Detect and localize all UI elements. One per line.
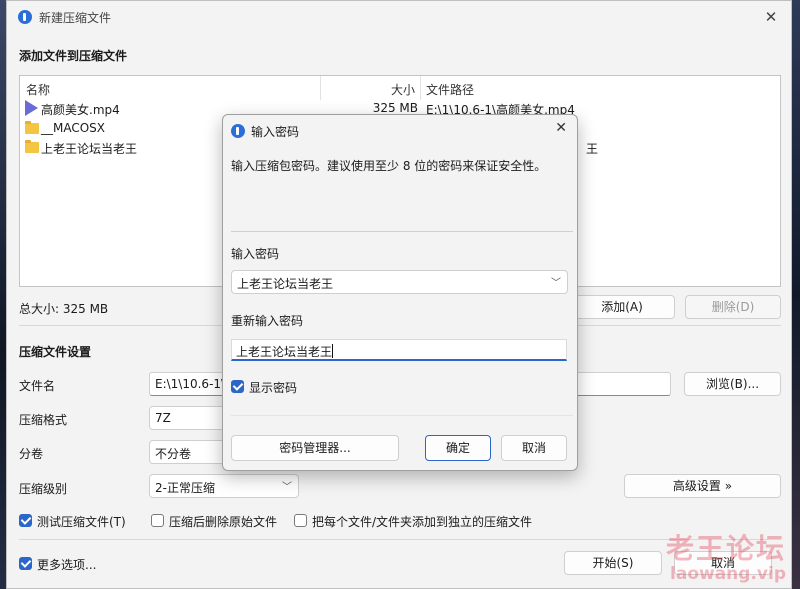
start-button[interactable]: 开始(S) <box>564 551 662 575</box>
more-options-checkbox[interactable]: 更多选项... <box>19 556 109 572</box>
format-select-value: 7Z <box>155 411 171 425</box>
app-logo-icon <box>18 10 32 24</box>
checkbox-checked-icon <box>231 380 244 393</box>
column-divider <box>420 76 421 100</box>
window-close-icon[interactable]: ✕ <box>761 7 781 27</box>
app-logo-icon <box>231 124 245 138</box>
reenter-password-label: 重新输入密码 <box>231 314 304 328</box>
password-combo[interactable]: 上老王论坛当老王 ﹀ <box>231 270 568 294</box>
checkbox-unchecked-icon <box>294 514 307 527</box>
file-name: __MACOSX <box>41 121 106 135</box>
test-archive-label: 测试压缩文件(T) <box>37 515 126 529</box>
level-select[interactable]: 2-正常压缩 ﹀ <box>149 474 299 498</box>
text-cursor <box>332 344 334 358</box>
filename-label: 文件名 <box>19 379 56 393</box>
total-size-text: 总大小: 325 MB <box>19 302 109 316</box>
separate-archives-label: 把每个文件/文件夹添加到独立的压缩文件 <box>312 515 533 529</box>
password-manager-button[interactable]: 密码管理器... <box>231 435 399 461</box>
dialog-footer-divider <box>231 415 573 416</box>
chevron-down-icon: ﹀ <box>282 482 292 493</box>
delete-after-label: 压缩后删除原始文件 <box>169 515 278 529</box>
reenter-password-value: 上老王论坛当老王 <box>236 345 333 359</box>
folder-icon <box>25 121 39 134</box>
dialog-title: 输入密码 <box>251 125 300 139</box>
file-size: 325 MB <box>372 101 418 115</box>
column-header-path[interactable]: 文件路径 <box>426 81 474 98</box>
reenter-password-input[interactable]: 上老王论坛当老王 <box>231 339 567 361</box>
password-label: 输入密码 <box>231 247 280 261</box>
dialog-cancel-button[interactable]: 取消 <box>501 435 567 461</box>
level-label: 压缩级别 <box>19 482 68 496</box>
split-select-value: 不分卷 <box>155 447 192 461</box>
video-file-icon <box>25 100 38 116</box>
browse-button[interactable]: 浏览(B)... <box>684 372 781 396</box>
files-section-heading: 添加文件到压缩文件 <box>19 49 128 63</box>
chevron-down-icon[interactable]: ﹀ <box>551 274 561 289</box>
file-name: 高颜美女.mp4 <box>41 103 120 117</box>
level-select-value: 2-正常压缩 <box>155 481 215 495</box>
cancel-button[interactable]: 取消 <box>674 551 772 575</box>
column-header-size[interactable]: 大小 <box>391 81 415 98</box>
password-hint-text: 输入压缩包密码。建议使用至少 8 位的密码来保证安全性。 <box>231 159 547 173</box>
show-password-checkbox[interactable]: 显示密码 <box>231 379 311 395</box>
dialog-close-icon[interactable]: ✕ <box>555 120 567 136</box>
add-button[interactable]: 添加(A) <box>569 295 675 319</box>
advanced-settings-button[interactable]: 高级设置 » <box>624 474 781 498</box>
dialog-divider <box>231 231 573 232</box>
password-value: 上老王论坛当老王 <box>237 277 334 291</box>
column-header-name[interactable]: 名称 <box>26 81 50 98</box>
checkbox-unchecked-icon <box>151 514 164 527</box>
checkbox-checked-icon <box>19 557 32 570</box>
file-name: 上老王论坛当老王 <box>41 142 138 156</box>
delete-button[interactable]: 删除(D) <box>685 295 781 319</box>
window-title: 新建压缩文件 <box>39 11 112 25</box>
column-divider <box>320 76 321 100</box>
more-options-label: 更多选项... <box>37 558 97 572</box>
show-password-label: 显示密码 <box>249 381 298 395</box>
folder-icon <box>25 140 39 153</box>
separate-archives-checkbox[interactable]: 把每个文件/文件夹添加到独立的压缩文件 <box>294 513 539 529</box>
file-list-header: 名称 大小 文件路径 <box>20 76 780 100</box>
ok-button[interactable]: 确定 <box>425 435 491 461</box>
title-bar: 新建压缩文件 ✕ <box>7 1 791 33</box>
password-dialog: 输入密码 ✕ 输入压缩包密码。建议使用至少 8 位的密码来保证安全性。 输入密码… <box>222 114 578 471</box>
footer-divider <box>19 539 781 540</box>
file-path: 王 <box>586 142 599 156</box>
settings-section-heading: 压缩文件设置 <box>19 345 92 359</box>
delete-after-checkbox[interactable]: 压缩后删除原始文件 <box>151 513 281 529</box>
test-archive-checkbox[interactable]: 测试压缩文件(T) <box>19 513 139 529</box>
format-label: 压缩格式 <box>19 413 68 427</box>
split-label: 分卷 <box>19 447 44 461</box>
checkbox-checked-icon <box>19 514 32 527</box>
